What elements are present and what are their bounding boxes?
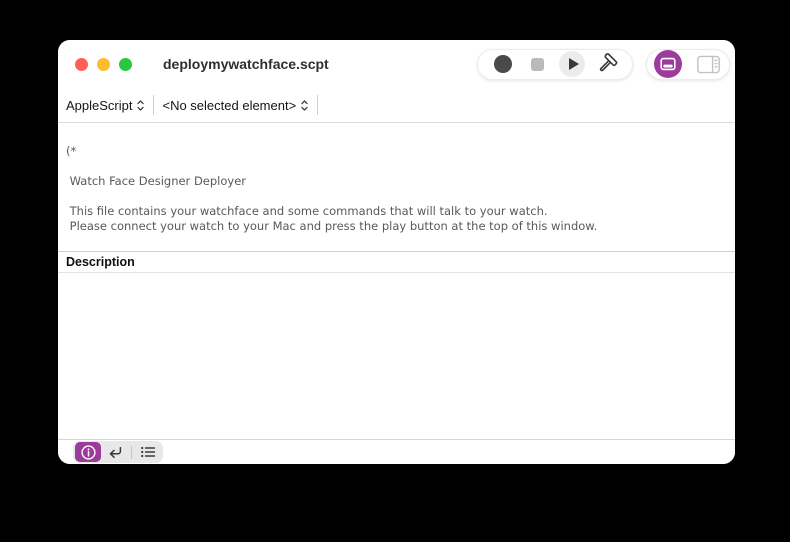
navbar-divider: [317, 95, 318, 115]
minimize-button[interactable]: [97, 58, 110, 71]
run-button[interactable]: [555, 49, 589, 80]
window-title: deploymywatchface.scpt: [163, 56, 329, 72]
accessory-tab-control: [73, 441, 163, 463]
log-tab-button[interactable]: [135, 442, 161, 462]
script-editor-window: deploymywatchface.scpt: [58, 40, 735, 464]
description-content[interactable]: [58, 273, 735, 439]
titlebar: deploymywatchface.scpt: [58, 40, 735, 88]
hammer-icon: [594, 51, 620, 77]
play-icon: [559, 51, 585, 77]
navigation-bar: AppleScript <No selected element>: [58, 88, 735, 123]
list-icon: [139, 444, 157, 460]
compile-button[interactable]: [590, 49, 624, 80]
toolbar: [477, 49, 735, 80]
script-line: This file contains your watchface and so…: [66, 204, 727, 219]
zoom-button[interactable]: [119, 58, 132, 71]
bottom-bar: [58, 439, 735, 464]
result-tab-button[interactable]: [102, 442, 128, 462]
popup-chevrons-icon: [300, 99, 309, 112]
element-popup-label: <No selected element>: [162, 98, 296, 113]
toolbar-view-controls: [646, 49, 730, 80]
description-tab-button[interactable]: [75, 442, 101, 462]
info-icon: [80, 444, 97, 461]
record-button[interactable]: [486, 49, 520, 80]
bundle-contents-toggle[interactable]: [694, 50, 722, 78]
stop-button[interactable]: [521, 49, 555, 80]
language-popup[interactable]: AppleScript: [66, 98, 145, 113]
script-line: [66, 159, 727, 174]
segment-divider: [131, 446, 132, 459]
element-popup[interactable]: <No selected element>: [162, 98, 309, 113]
language-popup-label: AppleScript: [66, 98, 132, 113]
script-line: (*: [66, 144, 727, 159]
description-header: Description: [58, 252, 735, 273]
toolbar-script-controls: [477, 49, 633, 80]
desktop-background: deploymywatchface.scpt: [0, 0, 790, 542]
description-header-label: Description: [66, 255, 135, 269]
panel-right-icon: [696, 54, 721, 75]
return-icon: [106, 443, 124, 461]
script-line: Please connect your watch to your Mac an…: [66, 219, 727, 234]
script-line: Watch Face Designer Deployer: [66, 174, 727, 189]
accessory-view-toggle[interactable]: [654, 50, 682, 78]
popup-chevrons-icon: [136, 99, 145, 112]
traffic-lights: [58, 58, 132, 71]
script-line: [66, 189, 727, 204]
panel-bottom-icon: [658, 54, 678, 74]
stop-icon: [531, 58, 544, 71]
navbar-divider: [153, 95, 154, 115]
record-icon: [494, 55, 512, 73]
script-editor[interactable]: (* Watch Face Designer Deployer This fil…: [58, 123, 735, 252]
close-button[interactable]: [75, 58, 88, 71]
